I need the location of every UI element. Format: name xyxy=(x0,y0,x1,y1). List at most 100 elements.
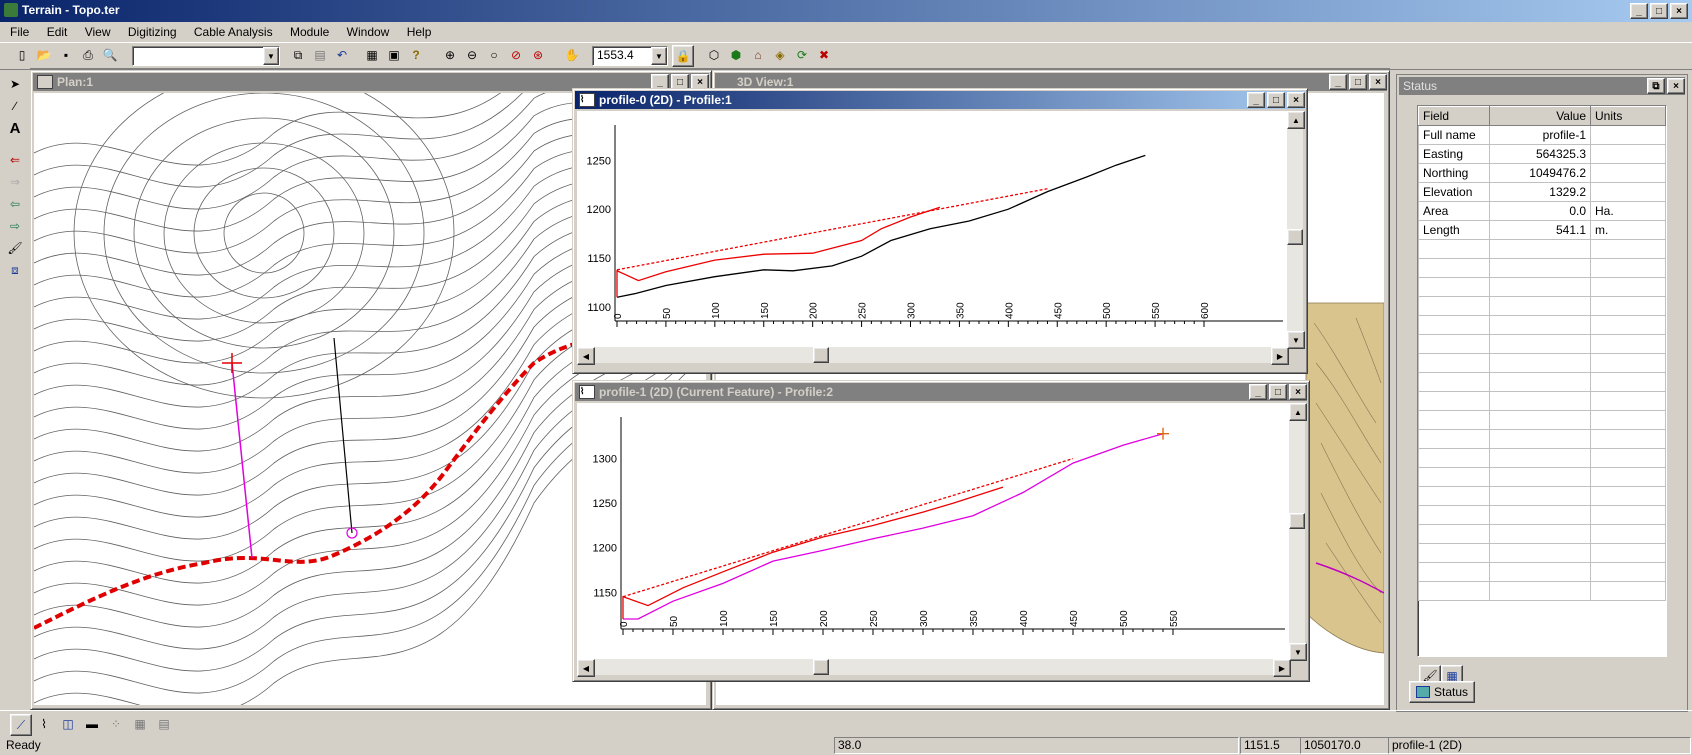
status-row-empty xyxy=(1418,239,1666,259)
zoom-extents-icon[interactable]: ⊘ xyxy=(506,45,526,65)
status-panel-caption[interactable]: Status ⧉ × xyxy=(1399,77,1685,95)
window-icon[interactable]: ▣ xyxy=(384,45,404,65)
profile0-hscroll[interactable]: ◀ ▶ xyxy=(577,347,1289,365)
chevron-down-icon[interactable]: ▼ xyxy=(651,47,667,65)
close-icon[interactable]: × xyxy=(1369,74,1387,90)
scroll-up-icon[interactable]: ▲ xyxy=(1289,403,1307,421)
status-row[interactable]: Elevation 1329.2 xyxy=(1418,182,1666,202)
plan-view-icon[interactable]: ⟋ xyxy=(10,714,32,736)
select-arrow-icon[interactable]: ➤ xyxy=(5,74,25,94)
profile1-window-caption[interactable]: ⌇ profile-1 (2D) (Current Feature) - Pro… xyxy=(575,383,1307,401)
profile0-window-caption[interactable]: ⌇ profile-0 (2D) - Profile:1 _ □ × xyxy=(575,91,1305,109)
maximize-icon[interactable]: □ xyxy=(1267,92,1285,108)
profile0-window[interactable]: ⌇ profile-0 (2D) - Profile:1 _ □ × 1250 1… xyxy=(572,88,1308,374)
zoom-icon[interactable]: ○ xyxy=(484,45,504,65)
scroll-right-icon[interactable]: ▶ xyxy=(1271,347,1289,365)
scroll-left-icon[interactable]: ◀ xyxy=(577,347,595,365)
menu-view[interactable]: View xyxy=(85,25,111,39)
text-icon[interactable]: A xyxy=(5,118,25,138)
profile1-window[interactable]: ⌇ profile-1 (2D) (Current Feature) - Pro… xyxy=(572,380,1310,682)
scroll-left-icon[interactable]: ◀ xyxy=(577,659,595,677)
scroll-thumb[interactable] xyxy=(1289,513,1305,529)
menu-module[interactable]: Module xyxy=(290,25,329,39)
profile-view-icon[interactable]: ⌇ xyxy=(34,714,54,734)
minimize-icon[interactable]: _ xyxy=(1329,74,1347,90)
minimize-icon[interactable]: _ xyxy=(1249,384,1267,400)
table-view-icon[interactable]: ▤ xyxy=(154,714,174,734)
new-file-icon[interactable]: ▯ xyxy=(12,45,32,65)
brush-icon[interactable]: 🖌 xyxy=(5,238,25,258)
col-header-value[interactable]: Value xyxy=(1489,106,1591,126)
save-icon[interactable]: ▪ xyxy=(56,45,76,65)
restore-icon[interactable]: ⧉ xyxy=(1647,78,1665,94)
terrain-view-icon[interactable]: ⬡ xyxy=(704,45,724,65)
status-row[interactable]: Length 541.1 m. xyxy=(1418,220,1666,240)
close-icon[interactable]: × xyxy=(1289,384,1307,400)
status-tab[interactable]: Status xyxy=(1409,681,1475,703)
refresh-icon[interactable]: ⟳ xyxy=(792,45,812,65)
scroll-up-icon[interactable]: ▲ xyxy=(1287,111,1305,129)
profile1-hscroll[interactable]: ◀ ▶ xyxy=(577,659,1291,677)
profile1-chart[interactable]: 1300 1250 1200 1150 0 50 100 150 200 250 300 350 400… xyxy=(577,403,1289,659)
terrain-green-icon[interactable]: ⬢ xyxy=(726,45,746,65)
status-row[interactable]: Full name profile-1 xyxy=(1418,125,1666,145)
zoom-window-icon[interactable]: ⊛ xyxy=(528,45,548,65)
import-icon[interactable]: ⇐ xyxy=(5,150,25,170)
close-icon[interactable]: × xyxy=(1667,78,1685,94)
maximize-icon[interactable]: □ xyxy=(1269,384,1287,400)
scroll-thumb[interactable] xyxy=(813,347,829,363)
points-view-icon[interactable]: ⁘ xyxy=(106,714,126,734)
layer-select[interactable]: ▼ xyxy=(132,46,280,66)
print-icon[interactable]: ⎙ xyxy=(78,45,98,65)
close-icon[interactable]: × xyxy=(1670,3,1688,19)
col-header-field[interactable]: Field xyxy=(1418,106,1490,126)
menu-help[interactable]: Help xyxy=(407,25,432,39)
close-icon[interactable]: × xyxy=(1287,92,1305,108)
cube-icon[interactable]: ◈ xyxy=(770,45,790,65)
menu-window[interactable]: Window xyxy=(347,25,390,39)
scroll-thumb[interactable] xyxy=(1287,229,1303,245)
help-icon[interactable]: ? xyxy=(406,45,426,65)
paste-icon[interactable]: ▤ xyxy=(310,45,330,65)
shaded-view-icon[interactable]: ▬ xyxy=(82,714,102,734)
menu-digitizing[interactable]: Digitizing xyxy=(128,25,177,39)
measure-icon[interactable]: ∕ xyxy=(5,96,25,116)
menu-edit[interactable]: Edit xyxy=(47,25,68,39)
forward-icon[interactable]: ⇨ xyxy=(5,216,25,236)
print-preview-icon[interactable]: 🔍 xyxy=(100,45,120,65)
box-3d-icon[interactable]: ⧈ xyxy=(5,260,25,280)
minimize-icon[interactable]: _ xyxy=(1247,92,1265,108)
cube-view-icon[interactable]: ◫ xyxy=(58,714,78,734)
profile0-vscroll[interactable]: ▲ ▼ xyxy=(1287,111,1305,349)
menu-cable-analysis[interactable]: Cable Analysis xyxy=(194,25,273,39)
profile0-chart[interactable]: 1250 1200 1150 11000 50 100 150 200 250 300 350 400… xyxy=(577,111,1287,347)
export-icon[interactable]: ⇒ xyxy=(5,172,25,192)
status-row[interactable]: Area 0.0 Ha. xyxy=(1418,201,1666,221)
properties-icon[interactable]: ▦ xyxy=(362,45,382,65)
scroll-down-icon[interactable]: ▼ xyxy=(1287,331,1305,349)
status-row[interactable]: Easting 564325.3 xyxy=(1418,144,1666,164)
scroll-down-icon[interactable]: ▼ xyxy=(1289,643,1307,661)
elevation-combo[interactable]: 1553.4 ▼ xyxy=(592,46,668,66)
maximize-icon[interactable]: □ xyxy=(1349,74,1367,90)
maximize-icon[interactable]: □ xyxy=(1650,3,1668,19)
open-folder-icon[interactable]: 📂 xyxy=(34,45,54,65)
pan-hand-icon[interactable]: ✋ xyxy=(562,45,582,65)
copy-icon[interactable]: ⧉ xyxy=(288,45,308,65)
scroll-thumb[interactable] xyxy=(813,659,829,675)
delete-icon[interactable]: ✖ xyxy=(814,45,834,65)
lock-icon[interactable]: 🔒 xyxy=(672,45,694,67)
building-icon[interactable]: ⌂ xyxy=(748,45,768,65)
zoom-in-icon[interactable]: ⊕ xyxy=(440,45,460,65)
undo-icon[interactable]: ↶ xyxy=(332,45,352,65)
status-row[interactable]: Northing 1049476.2 xyxy=(1418,163,1666,183)
profile1-vscroll[interactable]: ▲ ▼ xyxy=(1289,403,1307,661)
zoom-out-icon[interactable]: ⊖ xyxy=(462,45,482,65)
grid-view-icon[interactable]: ▦ xyxy=(130,714,150,734)
chevron-down-icon[interactable]: ▼ xyxy=(263,47,279,65)
minimize-icon[interactable]: _ xyxy=(1630,3,1648,19)
col-header-units[interactable]: Units xyxy=(1590,106,1666,126)
back-icon[interactable]: ⇦ xyxy=(5,194,25,214)
menu-file[interactable]: File xyxy=(10,25,29,39)
scroll-right-icon[interactable]: ▶ xyxy=(1273,659,1291,677)
